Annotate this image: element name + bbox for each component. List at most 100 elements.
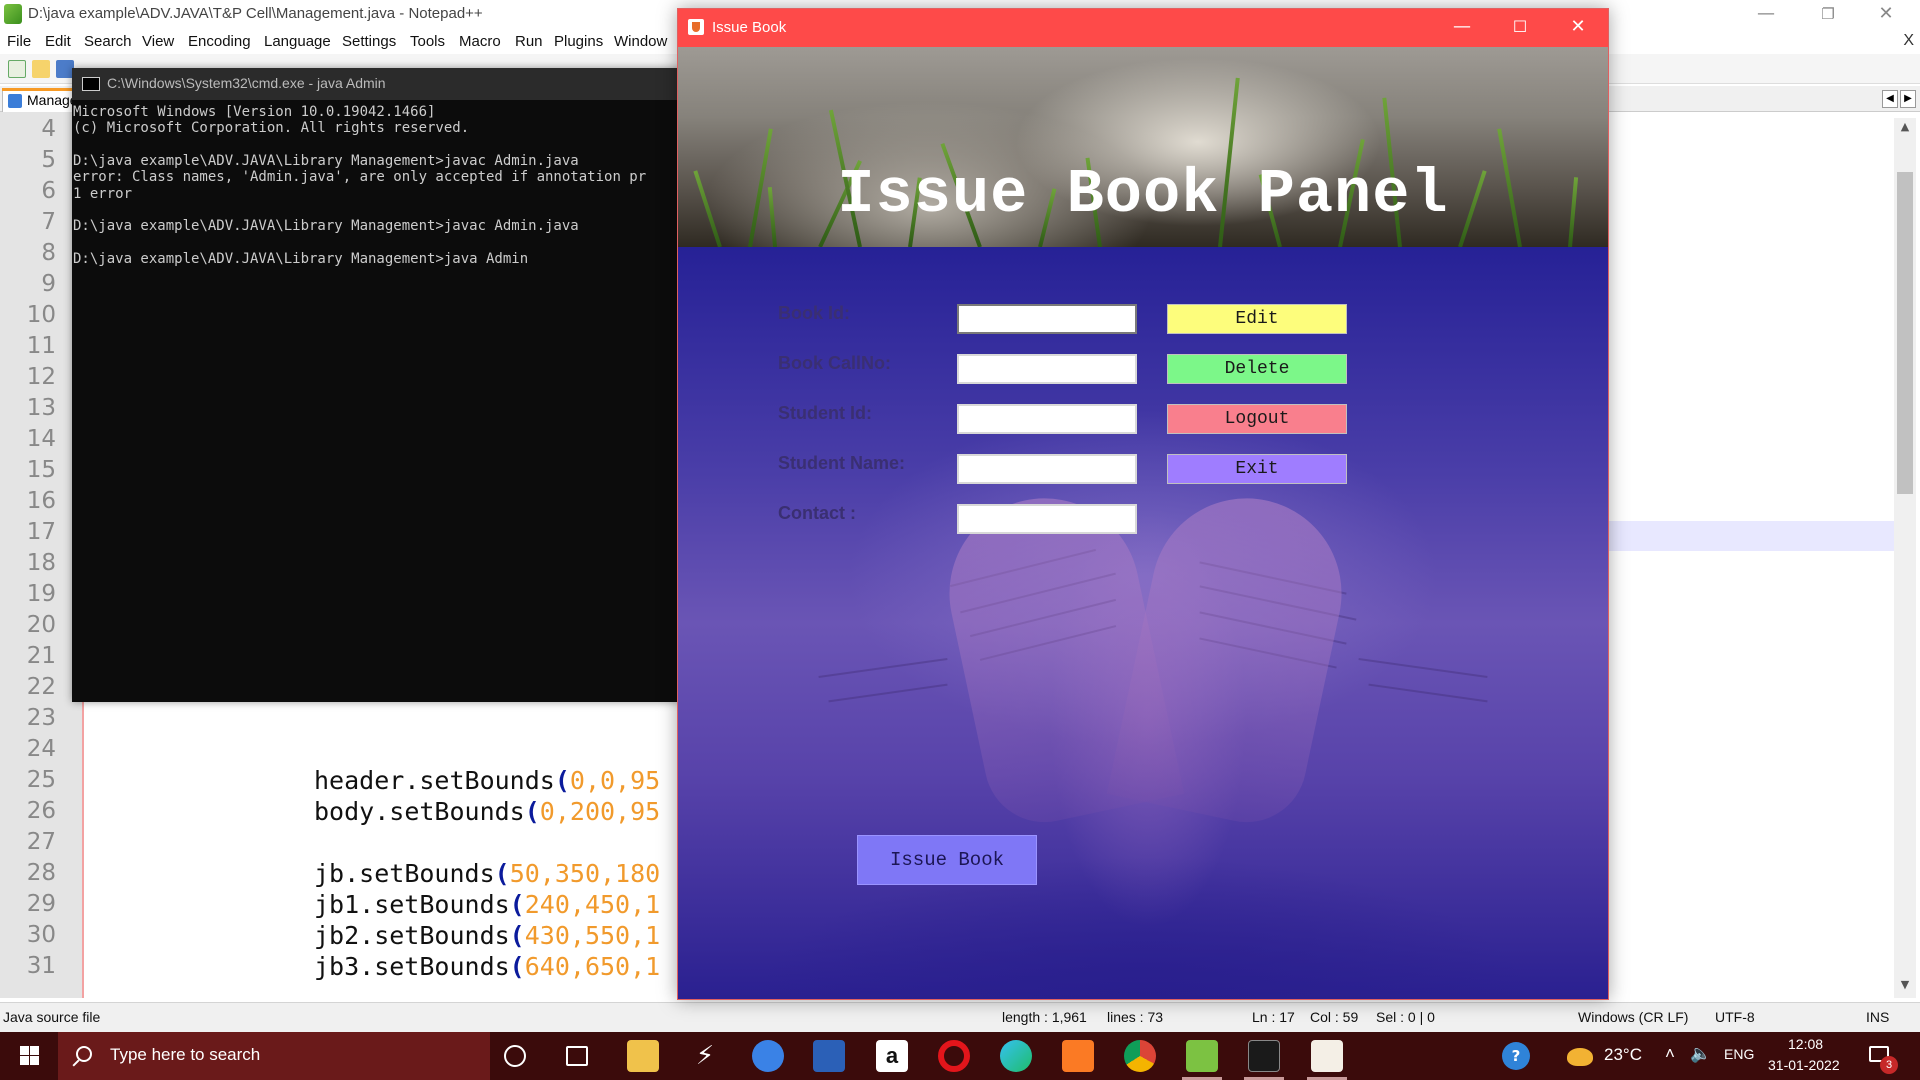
line-number: 7 bbox=[41, 209, 56, 235]
book-id-input[interactable] bbox=[957, 304, 1137, 334]
minimize-icon[interactable]: — bbox=[1433, 9, 1491, 47]
taskbar-search-box[interactable]: Type here to search bbox=[58, 1032, 490, 1080]
open-file-icon[interactable] bbox=[32, 60, 50, 78]
clock-time[interactable]: 12:08 bbox=[1788, 1036, 1823, 1052]
line-number: 20 bbox=[26, 612, 56, 638]
menu-edit[interactable]: Edit bbox=[45, 33, 71, 50]
file-explorer-icon[interactable] bbox=[627, 1040, 659, 1072]
console-line: 1 error bbox=[73, 185, 133, 202]
menu-encoding[interactable]: Encoding bbox=[188, 33, 251, 50]
line-number: 17 bbox=[26, 519, 56, 545]
weather-icon[interactable] bbox=[1567, 1048, 1593, 1066]
xampp-icon[interactable] bbox=[1062, 1040, 1094, 1072]
line-number: 4 bbox=[41, 116, 56, 142]
notepadpp-title: D:\java example\ADV.JAVA\T&P Cell\Manage… bbox=[28, 5, 483, 22]
menu-view[interactable]: View bbox=[142, 33, 174, 50]
line-number: 21 bbox=[26, 643, 56, 669]
page-text-line bbox=[818, 657, 948, 679]
menu-file[interactable]: File bbox=[7, 33, 31, 50]
java-icon bbox=[688, 19, 704, 35]
console-line: Microsoft Windows [Version 10.0.19042.14… bbox=[73, 104, 436, 120]
exit-button[interactable]: Exit bbox=[1167, 454, 1347, 484]
tab-scroll-left-icon[interactable]: ◀ bbox=[1882, 90, 1898, 108]
student-id-input[interactable] bbox=[957, 404, 1137, 434]
menu-window[interactable]: Window bbox=[614, 33, 667, 50]
cortana-icon[interactable] bbox=[504, 1045, 526, 1067]
cmd-taskbar-icon[interactable] bbox=[1248, 1040, 1280, 1072]
menu-run[interactable]: Run bbox=[515, 33, 543, 50]
menu-plugins[interactable]: Plugins bbox=[554, 33, 603, 50]
amazon-icon[interactable]: a bbox=[876, 1040, 908, 1072]
tab-scroll-right-icon[interactable]: ▶ bbox=[1900, 90, 1916, 108]
visual-studio-icon[interactable] bbox=[813, 1040, 845, 1072]
line-number: 28 bbox=[26, 860, 56, 886]
code-line-26: body.setBounds(0,200,95 bbox=[314, 797, 661, 826]
code-line-30: jb2.setBounds(430,550,1 bbox=[314, 921, 661, 950]
maximize-icon[interactable]: ☐ bbox=[1491, 9, 1549, 47]
contact-input[interactable] bbox=[957, 504, 1137, 534]
scrollbar-thumb[interactable] bbox=[1897, 172, 1913, 494]
line-number: 27 bbox=[26, 829, 56, 855]
console-line: error: Class names, 'Admin.java', are on… bbox=[73, 169, 647, 186]
help-icon[interactable]: ? bbox=[1502, 1042, 1530, 1070]
line-number: 6 bbox=[41, 178, 56, 204]
notepadpp-taskbar-icon[interactable] bbox=[1186, 1040, 1218, 1072]
line-number: 23 bbox=[26, 705, 56, 731]
chromium-icon[interactable] bbox=[752, 1040, 784, 1072]
line-number: 11 bbox=[26, 333, 56, 359]
book-callno-input[interactable] bbox=[957, 354, 1137, 384]
windows-logo-icon bbox=[20, 1046, 29, 1055]
netbeans-icon[interactable]: ⚡ bbox=[689, 1040, 721, 1072]
notepadpp-app-icon bbox=[4, 4, 22, 24]
book-callno-label: Book CallNo: bbox=[778, 353, 892, 373]
panel-title: Issue Book Panel bbox=[837, 159, 1449, 230]
opera-icon[interactable] bbox=[938, 1040, 970, 1072]
line-number: 22 bbox=[26, 674, 56, 700]
close-icon[interactable]: ✕ bbox=[1858, 0, 1914, 30]
volume-icon[interactable]: 🔈 bbox=[1690, 1044, 1711, 1064]
line-number: 16 bbox=[26, 488, 56, 514]
menu-tools[interactable]: Tools bbox=[410, 33, 445, 50]
close-icon[interactable]: ✕ bbox=[1549, 9, 1607, 47]
language-indicator[interactable]: ENG bbox=[1724, 1046, 1754, 1062]
status-encoding: UTF-8 bbox=[1715, 1009, 1755, 1025]
start-button[interactable] bbox=[0, 1032, 58, 1080]
current-line-highlight bbox=[1608, 521, 1896, 551]
vertical-scrollbar[interactable]: ▲ ▼ bbox=[1894, 118, 1916, 998]
edge-icon[interactable] bbox=[1000, 1040, 1032, 1072]
scroll-down-icon[interactable]: ▼ bbox=[1897, 978, 1913, 994]
new-file-icon[interactable] bbox=[8, 60, 26, 78]
java-taskbar-icon[interactable] bbox=[1311, 1040, 1343, 1072]
status-ln: Ln : 17 bbox=[1252, 1009, 1295, 1025]
menu-language[interactable]: Language bbox=[264, 33, 331, 50]
minimize-icon[interactable]: — bbox=[1738, 0, 1794, 30]
cmd-console[interactable]: Microsoft Windows [Version 10.0.19042.14… bbox=[72, 104, 684, 702]
delete-button[interactable]: Delete bbox=[1167, 354, 1347, 384]
cmd-window[interactable]: C:\Windows\System32\cmd.exe - java Admin… bbox=[72, 68, 684, 702]
page-text-line bbox=[1368, 683, 1488, 703]
edit-button[interactable]: Edit bbox=[1167, 304, 1347, 334]
logout-button[interactable]: Logout bbox=[1167, 404, 1347, 434]
code-line-29: jb1.setBounds(240,450,1 bbox=[314, 890, 661, 919]
console-line: D:\java example\ADV.JAVA\Library Managem… bbox=[73, 250, 529, 267]
issue-book-button[interactable]: Issue Book bbox=[857, 835, 1037, 885]
line-number: 26 bbox=[26, 798, 56, 824]
clock-date[interactable]: 31-01-2022 bbox=[1768, 1057, 1840, 1073]
restore-icon[interactable]: ❐ bbox=[1800, 0, 1856, 30]
tab-label: Manage bbox=[27, 92, 78, 108]
window-title: Issue Book bbox=[712, 19, 787, 36]
task-view-icon[interactable] bbox=[566, 1046, 588, 1066]
code-line-28: jb.setBounds(50,350,180 bbox=[314, 859, 661, 888]
student-name-input[interactable] bbox=[957, 454, 1137, 484]
issue-book-titlebar: Issue Book — ☐ ✕ bbox=[678, 9, 1608, 47]
chrome-icon[interactable] bbox=[1124, 1040, 1156, 1072]
chevron-up-icon[interactable]: ˄ bbox=[1665, 1044, 1675, 1064]
menu-macro[interactable]: Macro bbox=[459, 33, 501, 50]
menu-search[interactable]: Search bbox=[84, 33, 132, 50]
menu-settings[interactable]: Settings bbox=[342, 33, 396, 50]
issue-book-window: Issue Book — ☐ ✕ Issue Book Panel Book I… bbox=[677, 8, 1609, 1000]
status-col: Col : 59 bbox=[1310, 1009, 1359, 1025]
temperature[interactable]: 23°C bbox=[1604, 1045, 1642, 1065]
close-document-icon[interactable]: X bbox=[1903, 32, 1914, 50]
scroll-up-icon[interactable]: ▲ bbox=[1897, 120, 1913, 136]
